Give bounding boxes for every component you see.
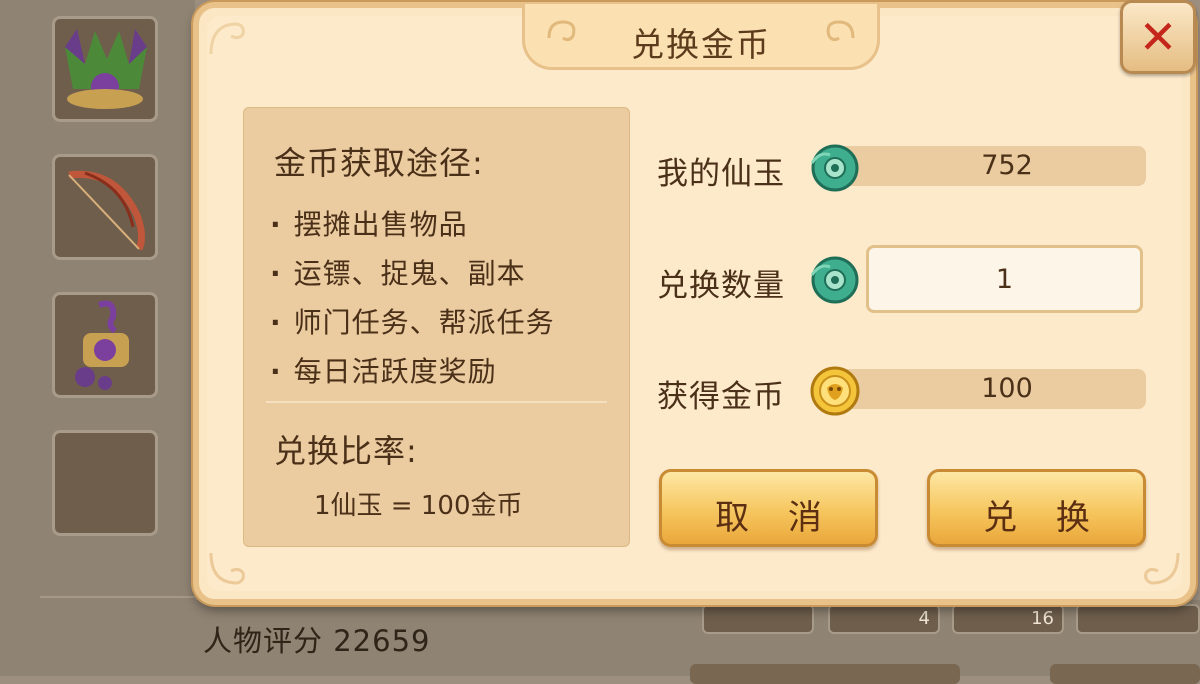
my-jade-bar: 752 xyxy=(830,146,1146,186)
close-button[interactable]: ✕ xyxy=(1120,0,1196,74)
gold-coin-icon xyxy=(810,366,860,416)
corner-ornament-icon xyxy=(1144,552,1180,585)
corner-ornament-icon xyxy=(209,22,245,55)
pendant-icon xyxy=(75,300,129,390)
corner-ornament-icon xyxy=(209,552,245,585)
jade-icon xyxy=(810,256,859,304)
dialog-title: 兑换金币 xyxy=(631,25,771,64)
exchange-quantity-input[interactable] xyxy=(869,248,1140,310)
exchange-button[interactable]: 兑 换 xyxy=(927,469,1146,547)
exchange-button-label: 兑 换 xyxy=(983,498,1104,538)
exchange-rate-title: 兑换比率: xyxy=(274,432,418,470)
equipment-slot-pendant[interactable] xyxy=(52,292,158,398)
bottom-button[interactable] xyxy=(690,664,960,684)
equipment-slot-empty[interactable] xyxy=(52,430,158,536)
gained-gold-label: 获得金币 xyxy=(657,379,785,415)
list-item: 每日活跃度奖励 xyxy=(270,347,555,396)
cancel-button[interactable]: 取 消 xyxy=(659,469,878,547)
inventory-item[interactable]: 4 xyxy=(828,604,940,634)
my-jade-label: 我的仙玉 xyxy=(657,156,785,192)
bottom-button[interactable] xyxy=(1050,664,1200,684)
gold-sources-title: 金币获取途径: xyxy=(274,144,484,182)
exchange-rate-value: 1仙玉 = 100金币 xyxy=(314,491,523,521)
equipment-slot-bow[interactable] xyxy=(52,154,158,260)
inventory-item[interactable] xyxy=(1076,604,1200,634)
jade-icon xyxy=(810,144,859,192)
character-score: 人物评分 22659 xyxy=(203,624,431,658)
close-icon: ✕ xyxy=(1138,10,1178,64)
gold-sources-list: 摆摊出售物品 运镖、捉鬼、副本 师门任务、帮派任务 每日活跃度奖励 xyxy=(270,200,555,396)
item-count: 4 xyxy=(918,608,930,629)
gained-gold-value: 100 xyxy=(981,373,1033,404)
my-jade-value: 752 xyxy=(981,150,1033,181)
exchange-quantity-label: 兑换数量 xyxy=(657,268,785,304)
helmet-icon xyxy=(65,29,147,109)
equipment-slot-helmet[interactable] xyxy=(52,16,158,122)
exchange-quantity-box xyxy=(866,245,1143,313)
inventory-item[interactable]: 16 xyxy=(952,604,1064,634)
list-item: 师门任务、帮派任务 xyxy=(270,298,555,347)
bow-icon xyxy=(68,170,146,251)
cancel-button-label: 取 消 xyxy=(715,498,836,538)
list-item: 运镖、捉鬼、副本 xyxy=(270,249,555,298)
list-item: 摆摊出售物品 xyxy=(270,200,555,249)
dialog-title-tab: 兑换金币 xyxy=(522,4,880,70)
gained-gold-bar: 100 xyxy=(830,369,1146,409)
item-count: 16 xyxy=(1031,608,1054,629)
gold-sources-panel: 金币获取途径: 摆摊出售物品 运镖、捉鬼、副本 师门任务、帮派任务 每日活跃度奖… xyxy=(243,107,630,547)
panel-divider xyxy=(266,401,607,403)
inventory-item[interactable] xyxy=(702,604,814,634)
